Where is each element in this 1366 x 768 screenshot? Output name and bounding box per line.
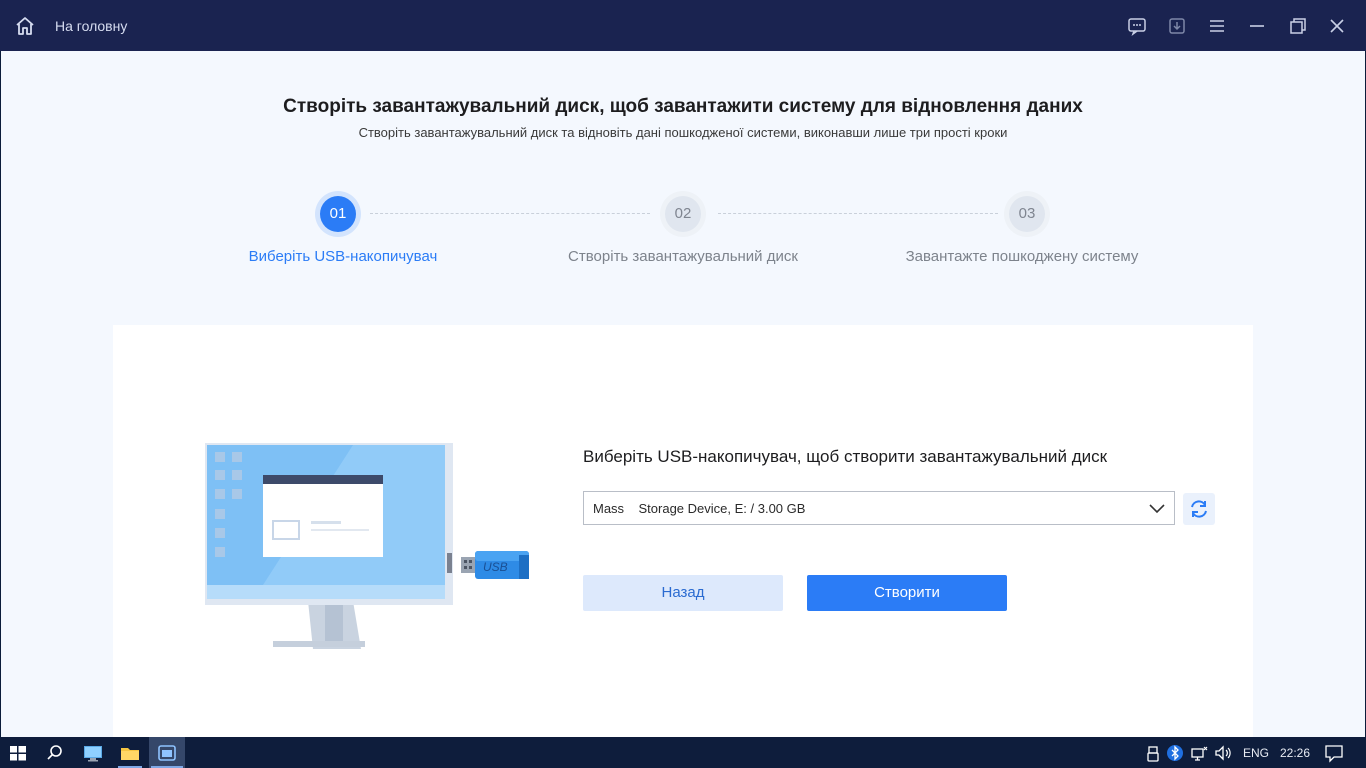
download-icon[interactable]	[1165, 14, 1189, 38]
create-button[interactable]: Створити	[807, 575, 1007, 611]
windows-start-icon[interactable]	[6, 741, 30, 765]
usb-icon[interactable]	[1141, 741, 1165, 765]
search-icon[interactable]	[43, 741, 67, 765]
minimize-icon[interactable]	[1245, 14, 1269, 38]
close-icon[interactable]	[1325, 14, 1349, 38]
language-indicator[interactable]: ENG	[1243, 746, 1269, 760]
volume-icon[interactable]	[1211, 741, 1235, 765]
home-icon[interactable]	[13, 14, 37, 38]
step-1-label: Виберіть USB-накопичувач	[248, 248, 438, 265]
step-2-badge: 02	[665, 196, 701, 232]
page-subtitle: Створіть завантажувальний диск та віднов…	[358, 125, 1008, 140]
step-3-label: Завантажте пошкоджену систему	[905, 248, 1139, 265]
step-connector	[718, 213, 998, 214]
back-button[interactable]: Назад	[583, 575, 783, 611]
taskbar: ENG 22:26	[0, 737, 1366, 768]
computer-usb-illustration: USB	[203, 441, 543, 651]
this-pc-icon[interactable]	[81, 741, 105, 765]
usb-select-panel: USB Виберіть USB-накопичувач, щоб створи…	[113, 325, 1253, 737]
home-link[interactable]: На головну	[55, 18, 127, 34]
step-3-badge: 03	[1009, 196, 1045, 232]
bluetooth-icon[interactable]	[1163, 741, 1187, 765]
main-content: Створіть завантажувальний диск, щоб зава…	[1, 51, 1365, 737]
step-2-label: Створіть завантажувальний диск	[568, 248, 798, 265]
selected-device: Mass Storage Device, E: / 3.00 GB	[593, 501, 806, 516]
usb-label: USB	[483, 560, 508, 574]
title-bar: На головну	[0, 0, 1366, 51]
feedback-icon[interactable]	[1125, 14, 1149, 38]
step-1-badge: 01	[320, 196, 356, 232]
refresh-icon	[1191, 500, 1207, 518]
restore-icon[interactable]	[1285, 14, 1309, 38]
clock[interactable]: 22:26	[1280, 746, 1310, 760]
panel-title: Виберіть USB-накопичувач, щоб створити з…	[583, 447, 1108, 466]
refresh-button[interactable]	[1183, 493, 1215, 525]
network-icon[interactable]	[1187, 741, 1211, 765]
page-title: Створіть завантажувальний диск, щоб зава…	[283, 96, 1083, 117]
step-connector	[370, 213, 650, 214]
file-explorer-icon[interactable]	[118, 741, 142, 765]
chevron-down-icon[interactable]	[1148, 501, 1166, 515]
notifications-icon[interactable]	[1322, 741, 1346, 765]
usb-device-select[interactable]: Mass Storage Device, E: / 3.00 GB	[583, 491, 1175, 525]
menu-icon[interactable]	[1205, 14, 1229, 38]
app-icon[interactable]	[155, 741, 179, 765]
